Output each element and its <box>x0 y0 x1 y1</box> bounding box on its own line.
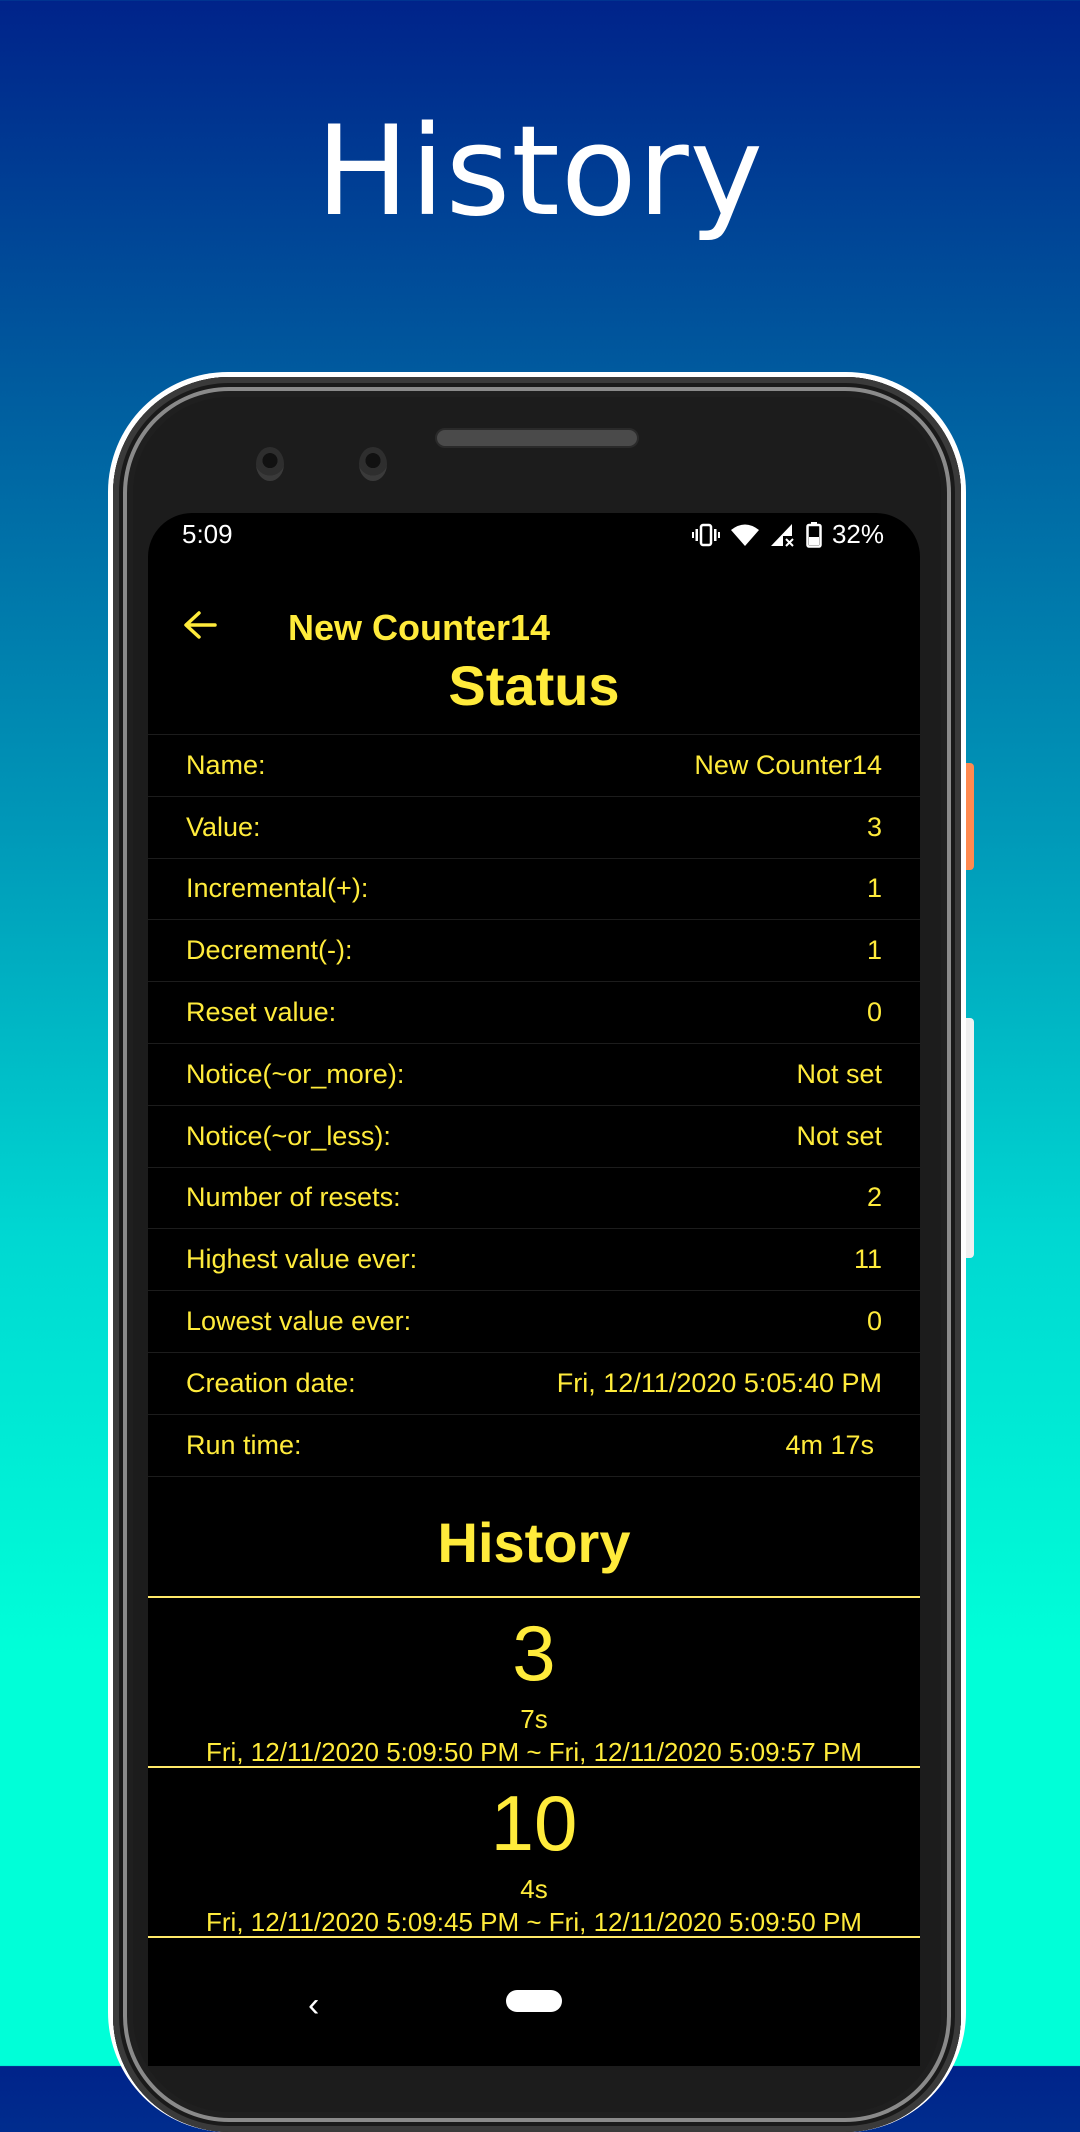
volume-button <box>966 1018 974 1258</box>
nav-home-button[interactable] <box>506 1990 562 2012</box>
status-time: 5:09 <box>182 519 233 549</box>
status-row-name: Name: New Counter14 <box>148 734 920 796</box>
status-heading: Status <box>448 654 620 717</box>
row-label: Reset value: <box>186 997 337 1028</box>
row-label: Notice(~or_more): <box>186 1058 405 1089</box>
history-duration: 7s <box>520 1704 548 1734</box>
row-value: 2 <box>866 1182 882 1213</box>
row-label: Highest value ever: <box>186 1244 418 1275</box>
battery-icon <box>806 521 822 548</box>
status-row-lowest: Lowest value ever: 0 <box>148 1290 920 1352</box>
row-label: Notice(~or_less): <box>186 1120 391 1151</box>
front-sensor <box>359 447 387 481</box>
wifi-icon <box>730 523 760 547</box>
row-value: 11 <box>853 1244 882 1275</box>
history-value: 10 <box>490 1779 578 1867</box>
nav-back-button[interactable]: ‹ <box>308 1986 319 2025</box>
history-value: 3 <box>512 1609 556 1697</box>
status-row-notice-less: Notice(~or_less): Not set <box>148 1104 920 1167</box>
row-label: Value: <box>186 811 261 842</box>
history-time-range: Fri, 12/11/2020 5:09:50 PM ~ Fri, 12/11/… <box>206 1737 862 1767</box>
status-row-notice-more: Notice(~or_more): Not set <box>148 1042 920 1105</box>
row-label: Incremental(+): <box>186 873 369 904</box>
history-list: 3 7s Fri, 12/11/2020 5:09:50 PM ~ Fri, 1… <box>148 1596 920 1998</box>
row-label: Name: <box>186 749 266 780</box>
hero-title: History <box>315 100 765 244</box>
row-label: Lowest value ever: <box>186 1306 412 1337</box>
app-screen: 5:09 32% New Counter14 Status Name: New … <box>148 513 920 2066</box>
row-value: 1 <box>866 873 882 904</box>
status-row-incremental: Incremental(+): 1 <box>148 857 920 920</box>
arrow-left-icon <box>183 610 217 645</box>
app-title: New Counter14 <box>288 607 551 648</box>
back-button[interactable] <box>178 605 222 649</box>
app-bar: New Counter14 <box>148 593 920 659</box>
row-value: Not set <box>796 1058 882 1089</box>
row-value: Not set <box>796 1120 882 1151</box>
row-value: 0 <box>866 1306 882 1337</box>
signal-no-sim-icon <box>770 523 796 547</box>
row-label: Number of resets: <box>186 1182 401 1213</box>
status-table: Name: New Counter14 Value: 3 Incremental(+… <box>148 734 920 1477</box>
row-label: Creation date: <box>186 1367 356 1398</box>
history-item[interactable]: 10 4s Fri, 12/11/2020 5:09:45 PM ~ Fri, … <box>148 1766 920 1937</box>
power-button <box>966 763 974 870</box>
status-row-value: Value: 3 <box>148 795 920 858</box>
history-heading: History <box>437 1511 631 1574</box>
vibrate-icon <box>691 523 720 547</box>
earpiece-speaker <box>435 428 639 448</box>
row-value: New Counter14 <box>694 749 882 780</box>
front-camera <box>256 447 284 481</box>
status-row-highest: Highest value ever: 11 <box>148 1228 920 1290</box>
history-time-range: Fri, 12/11/2020 5:09:45 PM ~ Fri, 12/11/… <box>206 1907 862 1937</box>
row-value: 4m 17s <box>785 1429 874 1460</box>
status-bar: 5:09 32% <box>148 513 920 557</box>
history-duration: 4s <box>520 1874 548 1904</box>
status-row-creation-date: Creation date: Fri, 12/11/2020 5:05:40 PM <box>148 1351 920 1414</box>
row-label: Run time: <box>186 1429 302 1460</box>
status-row-resets: Number of resets: 2 <box>148 1166 920 1229</box>
battery-percent: 32% <box>831 519 884 549</box>
row-value: 1 <box>866 935 882 966</box>
row-value: 3 <box>866 811 882 842</box>
status-row-run-time: Run time: 4m 17s <box>148 1413 920 1477</box>
row-label: Decrement(-): <box>186 935 353 966</box>
row-value: Fri, 12/11/2020 5:05:40 PM <box>556 1367 882 1398</box>
status-row-reset-value: Reset value: 0 <box>148 981 920 1043</box>
history-item[interactable]: 3 7s Fri, 12/11/2020 5:09:50 PM ~ Fri, 1… <box>148 1596 920 1767</box>
system-nav-bar: ‹ <box>148 1956 920 2066</box>
status-row-decrement: Decrement(-): 1 <box>148 919 920 981</box>
row-value: 0 <box>866 997 882 1028</box>
